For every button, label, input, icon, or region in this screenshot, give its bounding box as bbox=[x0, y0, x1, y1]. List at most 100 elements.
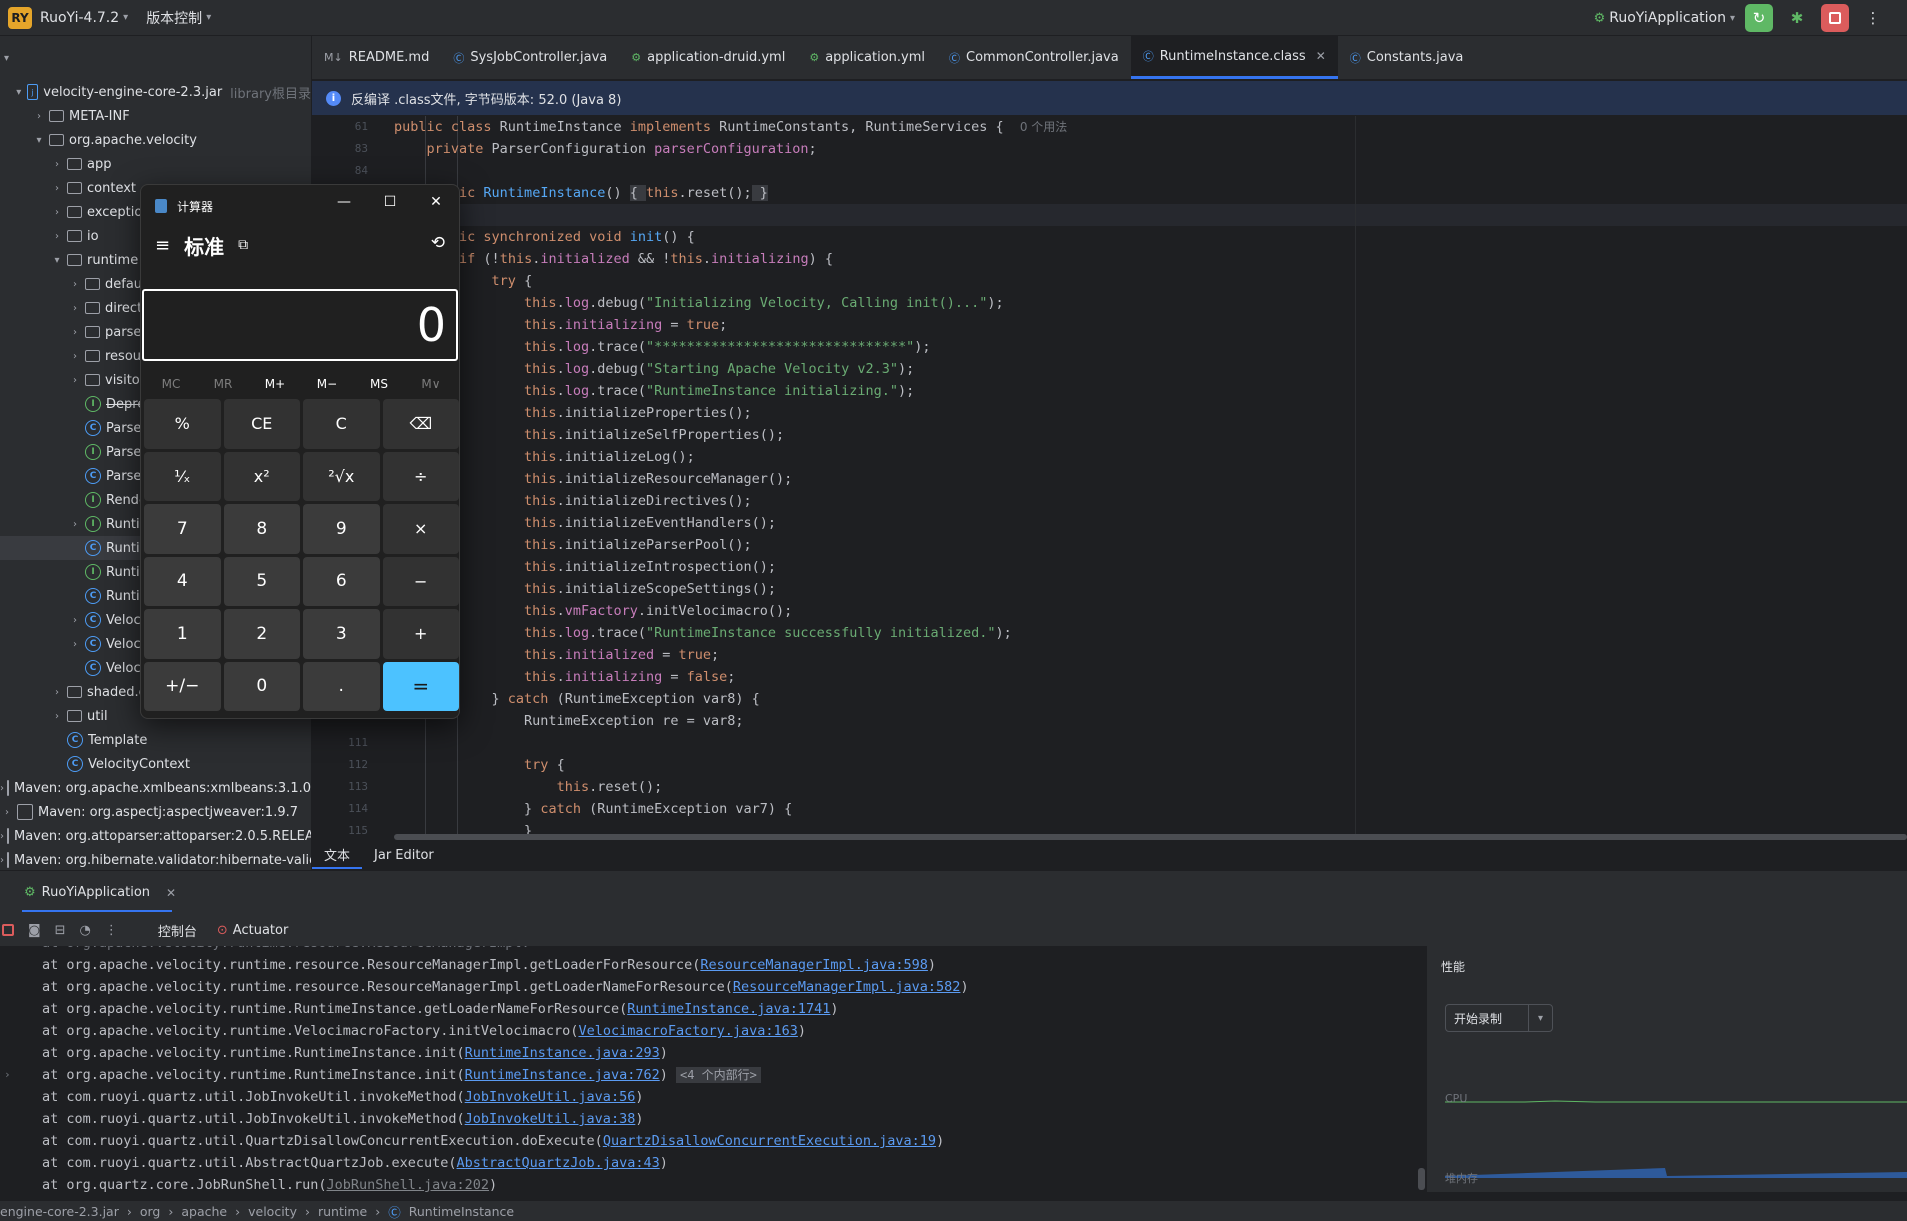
horizontal-scrollbar[interactable] bbox=[394, 834, 1907, 840]
more-button[interactable]: ⋮ bbox=[1859, 4, 1887, 32]
backspace-button[interactable]: ⌫ bbox=[382, 399, 459, 449]
breadcrumb-item[interactable]: runtime bbox=[318, 1204, 367, 1219]
source-link[interactable]: AbstractQuartzJob.java:43 bbox=[457, 1155, 660, 1171]
tab-application-druid[interactable]: ⚙ application-druid.yml bbox=[619, 36, 797, 79]
digit-2-button[interactable]: 2 bbox=[223, 609, 300, 659]
rerun-button[interactable]: ↻ bbox=[1745, 4, 1773, 32]
tree-row-library[interactable]: › Maven: org.attoparser:attoparser:2.0.5… bbox=[0, 824, 311, 848]
camera-icon[interactable]: ◙ bbox=[28, 923, 41, 938]
tab-application-yml[interactable]: ⚙ application.yml bbox=[797, 36, 937, 79]
subtract-button[interactable]: − bbox=[382, 556, 459, 606]
digit-0-button[interactable]: 0 bbox=[223, 661, 300, 711]
source-link[interactable]: ResourceManagerImpl.java:582 bbox=[733, 979, 961, 995]
memory-subtract-button[interactable]: M− bbox=[301, 369, 353, 399]
breadcrumb-item[interactable]: apache bbox=[181, 1204, 227, 1219]
tab-jar-editor[interactable]: Jar Editor bbox=[362, 841, 446, 869]
negate-button[interactable]: +/− bbox=[144, 661, 221, 711]
memory-recall-button[interactable]: MR bbox=[197, 369, 249, 399]
decimal-button[interactable]: . bbox=[303, 661, 380, 711]
source-link[interactable]: VelocimacroFactory.java:163 bbox=[578, 1023, 797, 1039]
tree-row-folder[interactable]: › app bbox=[0, 152, 311, 176]
more-vertical-icon[interactable]: ⋮ bbox=[105, 923, 118, 938]
square-button[interactable]: x² bbox=[223, 451, 300, 501]
close-button[interactable]: ✕ bbox=[413, 185, 459, 219]
gauge-icon[interactable]: ◔ bbox=[80, 923, 91, 938]
vcs-menu[interactable]: 版本控制 ▾ bbox=[146, 8, 211, 28]
add-button[interactable]: + bbox=[382, 609, 459, 659]
code-area[interactable]: public class RuntimeInstance implements … bbox=[394, 116, 1907, 838]
stop-button[interactable] bbox=[1821, 4, 1849, 32]
digit-3-button[interactable]: 3 bbox=[303, 609, 380, 659]
memory-add-button[interactable]: M+ bbox=[249, 369, 301, 399]
chevron-down-icon[interactable]: ▾ bbox=[1528, 1005, 1552, 1031]
folded-lines-chip[interactable]: <4 个内部行> bbox=[676, 1067, 761, 1083]
tab-constants[interactable]: Ⓒ Constants.java bbox=[1338, 36, 1476, 79]
maximize-button[interactable]: ☐ bbox=[367, 185, 413, 219]
run-config-selector[interactable]: ⚙ RuoYiApplication ▾ bbox=[1594, 10, 1735, 26]
source-link[interactable]: RuntimeInstance.java:762 bbox=[465, 1067, 660, 1083]
source-link[interactable]: RuntimeInstance.java:1741 bbox=[627, 1001, 830, 1017]
breadcrumb-item[interactable]: RuntimeInstance bbox=[409, 1204, 514, 1219]
multiply-button[interactable]: × bbox=[382, 504, 459, 554]
tab-text[interactable]: 文本 bbox=[312, 841, 363, 869]
memory-store-button[interactable]: MS bbox=[353, 369, 405, 399]
source-link[interactable]: JobRunShell.java:202 bbox=[326, 1177, 489, 1192]
source-link[interactable]: JobInvokeUtil.java:56 bbox=[465, 1089, 636, 1105]
tab-commoncontroller[interactable]: Ⓒ CommonController.java bbox=[937, 36, 1131, 79]
digit-8-button[interactable]: 8 bbox=[223, 504, 300, 554]
start-recording-button[interactable]: 开始录制 ▾ bbox=[1445, 1004, 1553, 1032]
project-badge[interactable]: RY bbox=[8, 6, 32, 29]
digit-7-button[interactable]: 7 bbox=[144, 504, 221, 554]
close-icon[interactable]: ✕ bbox=[166, 886, 176, 900]
tab-readme[interactable]: M↓ README.md bbox=[312, 36, 441, 79]
digit-4-button[interactable]: 4 bbox=[144, 556, 221, 606]
run-tab-label[interactable]: RuoYiApplication bbox=[42, 885, 150, 900]
close-icon[interactable]: ✕ bbox=[1316, 49, 1326, 63]
source-link[interactable]: QuartzDisallowConcurrentExecution.java:1… bbox=[603, 1133, 936, 1149]
source-link[interactable]: RuntimeInstance.java:293 bbox=[465, 1045, 660, 1061]
digit-1-button[interactable]: 1 bbox=[144, 609, 221, 659]
tree-row-jar[interactable]: ▾ j velocity-engine-core-2.3.jar library… bbox=[0, 80, 311, 104]
hamburger-menu-icon[interactable]: ≡ bbox=[155, 235, 170, 256]
breadcrumb-item[interactable]: engine-core-2.3.jar bbox=[0, 1204, 119, 1219]
clear-button[interactable]: C bbox=[303, 399, 380, 449]
breadcrumb-item[interactable]: velocity bbox=[248, 1204, 297, 1219]
clear-entry-button[interactable]: CE bbox=[223, 399, 300, 449]
tab-runtimeinstance[interactable]: Ⓒ RuntimeInstance.class ✕ bbox=[1130, 36, 1338, 79]
minimize-button[interactable]: — bbox=[321, 185, 367, 219]
tree-row-library[interactable]: › Maven: org.hibernate.validator:hiberna… bbox=[0, 848, 311, 870]
debug-button[interactable]: ✱ bbox=[1783, 4, 1811, 32]
square-root-button[interactable]: ²√x bbox=[303, 451, 380, 501]
breadcrumb-item[interactable]: org bbox=[140, 1204, 161, 1219]
restore-layout-icon[interactable]: ⊟ bbox=[55, 923, 66, 938]
tree-row-class[interactable]: C VelocityContext bbox=[0, 752, 311, 776]
equals-button[interactable]: = bbox=[382, 661, 459, 711]
divide-button[interactable]: ÷ bbox=[382, 451, 459, 501]
tree-row-class[interactable]: C Template bbox=[0, 728, 311, 752]
actuator-tab[interactable]: ⊙ Actuator bbox=[217, 923, 288, 938]
tree-row-library[interactable]: › Maven: org.aspectj:aspectjweaver:1.9.7 bbox=[0, 800, 311, 824]
chevron-right-icon[interactable]: › bbox=[4, 1064, 11, 1086]
chevron-down-icon[interactable]: ▾ bbox=[4, 53, 9, 64]
tree-row-library[interactable]: › Maven: org.apache.xmlbeans:xmlbeans:3.… bbox=[0, 776, 311, 800]
digit-6-button[interactable]: 6 bbox=[303, 556, 380, 606]
reciprocal-button[interactable]: ¹⁄ₓ bbox=[144, 451, 221, 501]
keep-on-top-icon[interactable]: ⧉ bbox=[238, 237, 248, 253]
tab-sysjobcontroller[interactable]: Ⓒ SysJobController.java bbox=[441, 36, 619, 79]
source-link[interactable]: JobInvokeUtil.java:38 bbox=[465, 1111, 636, 1127]
code-editor[interactable]: 61 83 84 111 112 113 114 115 116 public … bbox=[312, 116, 1907, 838]
memory-clear-button[interactable]: MC bbox=[145, 369, 197, 399]
source-link[interactable]: ResourceManagerImpl.java:598 bbox=[700, 957, 928, 973]
percent-button[interactable]: % bbox=[144, 399, 221, 449]
digit-9-button[interactable]: 9 bbox=[303, 504, 380, 554]
console-output[interactable]: at org.apache.velocity.runtime.resource.… bbox=[0, 946, 1425, 1192]
memory-list-button[interactable]: M∨ bbox=[405, 369, 457, 399]
stop-icon[interactable] bbox=[2, 924, 14, 936]
tree-row-folder[interactable]: › META-INF bbox=[0, 104, 311, 128]
vertical-scrollbar[interactable] bbox=[1418, 1168, 1425, 1190]
project-switcher[interactable]: RuoYi-4.7.2 ▾ bbox=[40, 10, 128, 26]
console-tab[interactable]: 控制台 bbox=[158, 921, 197, 940]
digit-5-button[interactable]: 5 bbox=[223, 556, 300, 606]
history-icon[interactable]: ⟲ bbox=[431, 233, 445, 253]
tree-row-package[interactable]: ▾ org.apache.velocity bbox=[0, 128, 311, 152]
